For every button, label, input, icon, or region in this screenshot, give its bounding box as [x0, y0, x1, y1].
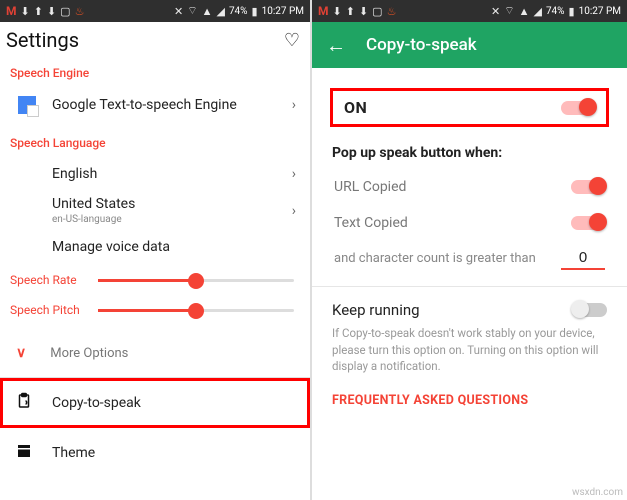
settings-screen: M ⬇ ⬆ ⬇ ▢ ♨ ✕ ⌔ ▲ ◢ 74% ▮ 10:27 PM Setti… — [0, 0, 312, 500]
bluetooth-icon: ⌔ — [504, 4, 514, 18]
theme-icon — [14, 442, 34, 464]
status-app-icon: M — [318, 4, 329, 18]
menu-theme-label: Theme — [52, 445, 95, 461]
status-bar: M ⬇ ⬆ ⬇ ▢ ♨ ✕ ⌔ ▲ ◢ 74% ▮ 10:27 PM — [312, 0, 627, 22]
faq-link[interactable]: FREQUENTLY ASKED QUESTIONS — [312, 383, 627, 418]
download-icon: ⬇ — [47, 5, 56, 18]
popup-section-title: Pop up speak button when: — [312, 137, 627, 169]
url-copied-label: URL Copied — [334, 179, 406, 195]
copy-to-speak-screen: M ⬇ ⬆ ⬇ ▢ ♨ ✕ ⌔ ▲ ◢ 74% ▮ 10:27 PM ← Cop… — [312, 0, 627, 500]
battery-icon: ▮ — [569, 5, 575, 18]
more-options-label: More Options — [50, 346, 128, 361]
speech-pitch-row: Speech Pitch — [0, 295, 310, 325]
bluetooth-icon: ⌔ — [187, 4, 197, 18]
master-toggle-row[interactable]: ON — [330, 88, 609, 127]
signal-icon: ◢ — [216, 5, 224, 18]
speech-rate-row: Speech Rate — [0, 265, 310, 295]
download-icon: ⬇ — [333, 5, 342, 18]
char-count-row: and character count is greater than — [312, 241, 627, 284]
wifi-icon: ▲ — [202, 5, 213, 18]
manage-voice-row[interactable]: Manage voice data — [0, 229, 310, 265]
menu-copy-label: Copy-to-speak — [52, 395, 141, 411]
divider — [312, 286, 627, 287]
section-speech-language: Speech Language — [0, 124, 310, 156]
language-row[interactable]: English › — [0, 156, 310, 192]
char-count-input[interactable] — [561, 247, 605, 270]
text-copied-row[interactable]: Text Copied — [312, 205, 627, 241]
tts-engine-row[interactable]: Google Text-to-speech Engine › — [0, 86, 310, 124]
page-title: Settings — [6, 28, 79, 52]
chevron-down-icon: ∨ — [16, 345, 26, 361]
square-icon: ▢ — [372, 5, 382, 18]
download-icon: ⬇ — [359, 5, 368, 18]
url-copied-row[interactable]: URL Copied — [312, 169, 627, 205]
status-time: 10:27 PM — [262, 6, 304, 17]
keep-running-title: Keep running — [332, 301, 420, 319]
text-copied-switch[interactable] — [571, 216, 605, 230]
chevron-right-icon: › — [292, 166, 296, 182]
char-count-label: and character count is greater than — [334, 251, 551, 266]
chevron-right-icon: › — [292, 97, 296, 113]
status-app-icon: M — [6, 4, 17, 18]
vibrate-icon: ✕ — [491, 5, 500, 18]
upload-icon: ⬆ — [34, 5, 43, 18]
language-label: English — [52, 166, 292, 182]
watermark: wsxdn.com — [572, 487, 623, 498]
battery-icon: ▮ — [252, 5, 258, 18]
tts-engine-icon — [18, 96, 36, 114]
square-icon: ▢ — [60, 5, 70, 18]
speech-pitch-slider[interactable] — [98, 309, 294, 312]
battery-text: 74% — [546, 6, 565, 17]
status-time: 10:27 PM — [579, 6, 621, 17]
menu-theme[interactable]: Theme — [0, 428, 310, 478]
signal-icon: ◢ — [533, 5, 541, 18]
status-bar: M ⬇ ⬆ ⬇ ▢ ♨ ✕ ⌔ ▲ ◢ 74% ▮ 10:27 PM — [0, 0, 310, 22]
country-row[interactable]: United States en-US-language › — [0, 192, 310, 229]
master-toggle-label: ON — [344, 98, 367, 117]
back-arrow-icon[interactable]: ← — [326, 33, 346, 58]
vibrate-icon: ✕ — [174, 5, 183, 18]
wifi-icon: ▲ — [519, 5, 530, 18]
master-toggle-switch[interactable] — [561, 101, 595, 115]
speech-pitch-label: Speech Pitch — [10, 303, 98, 317]
more-options-row[interactable]: ∨ More Options — [0, 329, 310, 378]
speech-rate-label: Speech Rate — [10, 273, 98, 287]
keep-running-block[interactable]: Keep running If Copy-to-speak doesn't wo… — [312, 289, 627, 383]
section-speech-engine: Speech Engine — [0, 54, 310, 86]
keep-running-description: If Copy-to-speak doesn't work stably on … — [332, 325, 607, 375]
speech-rate-slider[interactable] — [98, 279, 294, 282]
country-sublabel: en-US-language — [52, 214, 292, 225]
clipboard-speak-icon — [14, 392, 34, 414]
download-icon: ⬇ — [21, 5, 30, 18]
manage-voice-label: Manage voice data — [52, 239, 296, 255]
upload-icon: ⬆ — [346, 5, 355, 18]
flame-icon: ♨ — [387, 5, 397, 18]
keep-running-switch[interactable] — [573, 303, 607, 317]
appbar: ← Copy-to-speak — [312, 22, 627, 68]
tts-engine-label: Google Text-to-speech Engine — [52, 97, 292, 113]
country-label: United States — [52, 196, 292, 212]
chevron-right-icon: › — [292, 203, 296, 219]
favorite-icon[interactable]: ♡ — [284, 30, 300, 51]
text-copied-label: Text Copied — [334, 215, 408, 231]
appbar-title: Copy-to-speak — [366, 35, 477, 55]
flame-icon: ♨ — [75, 5, 85, 18]
menu-copy-to-speak[interactable]: Copy-to-speak — [0, 378, 310, 428]
battery-text: 74% — [229, 6, 248, 17]
url-copied-switch[interactable] — [571, 180, 605, 194]
